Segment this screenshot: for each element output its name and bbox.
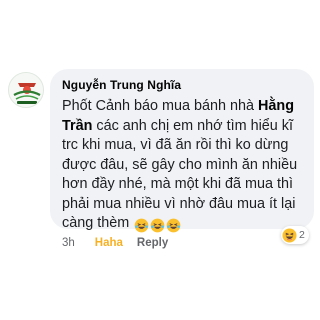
- comment-text-end: các anh chị em nhớ tìm hiểu kĩ trc khi m…: [62, 117, 298, 232]
- rofl-emoji-icon: [134, 218, 149, 233]
- comment-text: Phốt Cảnh báo mua bánh nhà Hằng Trần các…: [62, 97, 302, 236]
- comment-author[interactable]: Nguyễn Trung Nghĩa: [62, 78, 302, 93]
- facebook-comment: Nguyễn Trung Nghĩa Phốt Cảnh báo mua bán…: [0, 0, 320, 320]
- avatar-logo-icon: [9, 73, 43, 107]
- haha-reaction-button[interactable]: Haha: [95, 236, 123, 250]
- rofl-emoji-icon: [166, 218, 181, 233]
- reaction-badge[interactable]: 2: [281, 226, 309, 244]
- comment-timestamp[interactable]: 3h: [62, 236, 75, 250]
- rofl-emoji-icon: [150, 218, 165, 233]
- reply-button[interactable]: Reply: [137, 236, 168, 250]
- comment-text-start: Phốt Cảnh báo mua bánh nhà: [62, 98, 259, 114]
- avatar[interactable]: [8, 72, 44, 108]
- emoji-group: [133, 216, 181, 236]
- reaction-count: 2: [299, 229, 305, 241]
- comment-actions: 3h Haha Reply: [62, 236, 168, 250]
- haha-emoji-icon: [282, 227, 297, 243]
- comment-bubble: Nguyễn Trung Nghĩa Phốt Cảnh báo mua bán…: [50, 69, 314, 233]
